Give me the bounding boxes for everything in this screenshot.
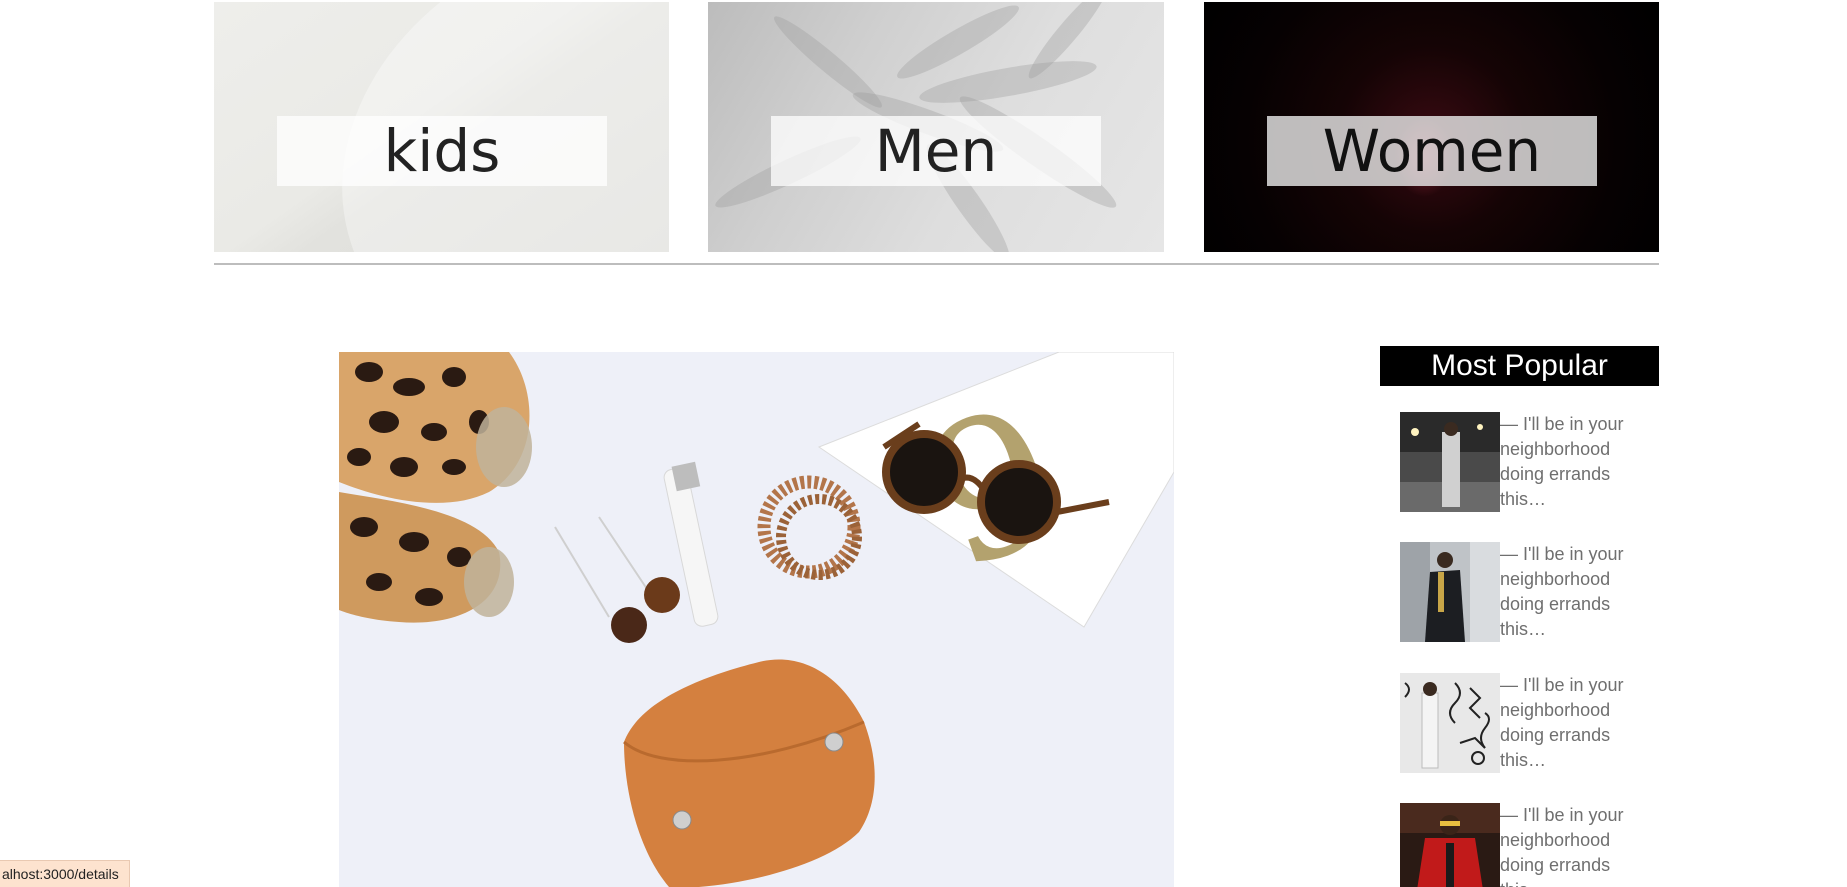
hero-image: 9 <box>339 352 1174 887</box>
popular-item-1[interactable]: — I'll be in your neighborhood doing err… <box>1400 412 1659 517</box>
most-popular-title: Most Popular <box>1380 346 1659 386</box>
page: kids Men Women Most Popular — I'll be in… <box>0 0 1847 887</box>
category-label-women: Women <box>1267 116 1597 186</box>
category-label-kids: kids <box>277 116 607 186</box>
section-divider <box>214 263 1659 265</box>
category-card-men[interactable]: Men <box>708 2 1164 252</box>
category-card-women[interactable]: Women <box>1204 2 1659 252</box>
category-label-men: Men <box>771 116 1101 186</box>
status-bar-url: alhost:3000/details <box>0 860 130 887</box>
popular-item-4[interactable]: — I'll be in your neighborhood doing err… <box>1400 803 1659 887</box>
popular-item-text[interactable]: — I'll be in your neighborhood doing err… <box>1500 673 1630 773</box>
popular-item-2[interactable]: — I'll be in your neighborhood doing err… <box>1400 542 1659 647</box>
popular-item-text[interactable]: — I'll be in your neighborhood doing err… <box>1500 412 1630 512</box>
popular-thumbnail[interactable] <box>1400 673 1500 773</box>
popular-thumbnail[interactable] <box>1400 412 1500 512</box>
popular-item-3[interactable]: — I'll be in your neighborhood doing err… <box>1400 673 1659 778</box>
popular-thumbnail[interactable] <box>1400 542 1500 642</box>
popular-item-text[interactable]: — I'll be in your neighborhood doing err… <box>1500 542 1630 642</box>
popular-thumbnail[interactable] <box>1400 803 1500 887</box>
category-card-kids[interactable]: kids <box>214 2 669 252</box>
popular-item-text[interactable]: — I'll be in your neighborhood doing err… <box>1500 803 1630 887</box>
